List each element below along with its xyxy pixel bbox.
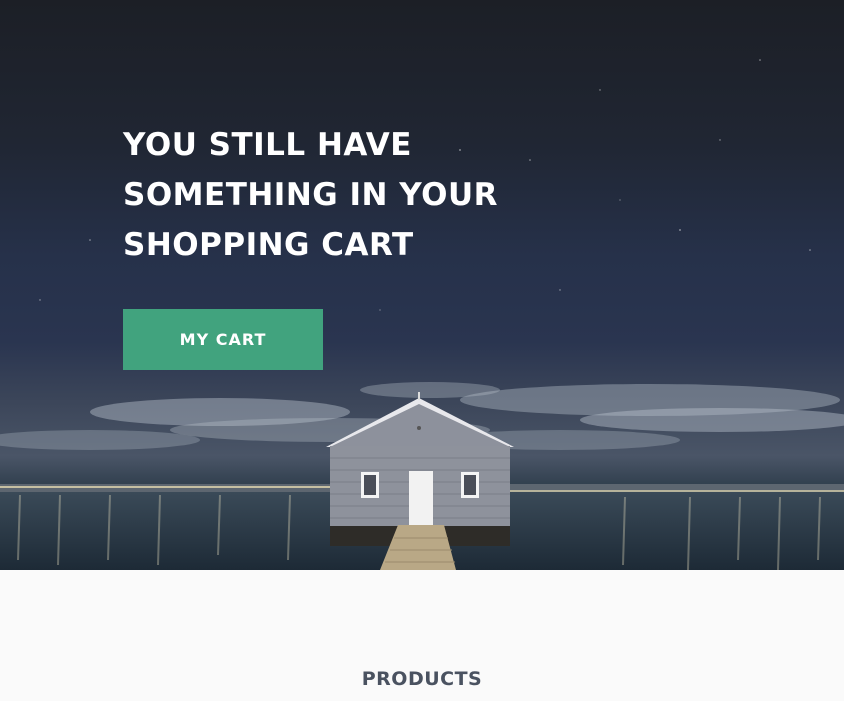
my-cart-button[interactable]: MY CART — [123, 309, 323, 370]
boathouse — [326, 392, 514, 546]
hero-headline: YOU STILL HAVE SOMETHING IN YOUR SHOPPIN… — [123, 127, 499, 263]
hero-banner: YOU STILL HAVE SOMETHING IN YOUR SHOPPIN… — [0, 0, 844, 570]
products-heading: PRODUCTS — [361, 668, 483, 690]
hero-background-image — [0, 59, 844, 570]
products-section: PRODUCTS — [0, 570, 844, 701]
